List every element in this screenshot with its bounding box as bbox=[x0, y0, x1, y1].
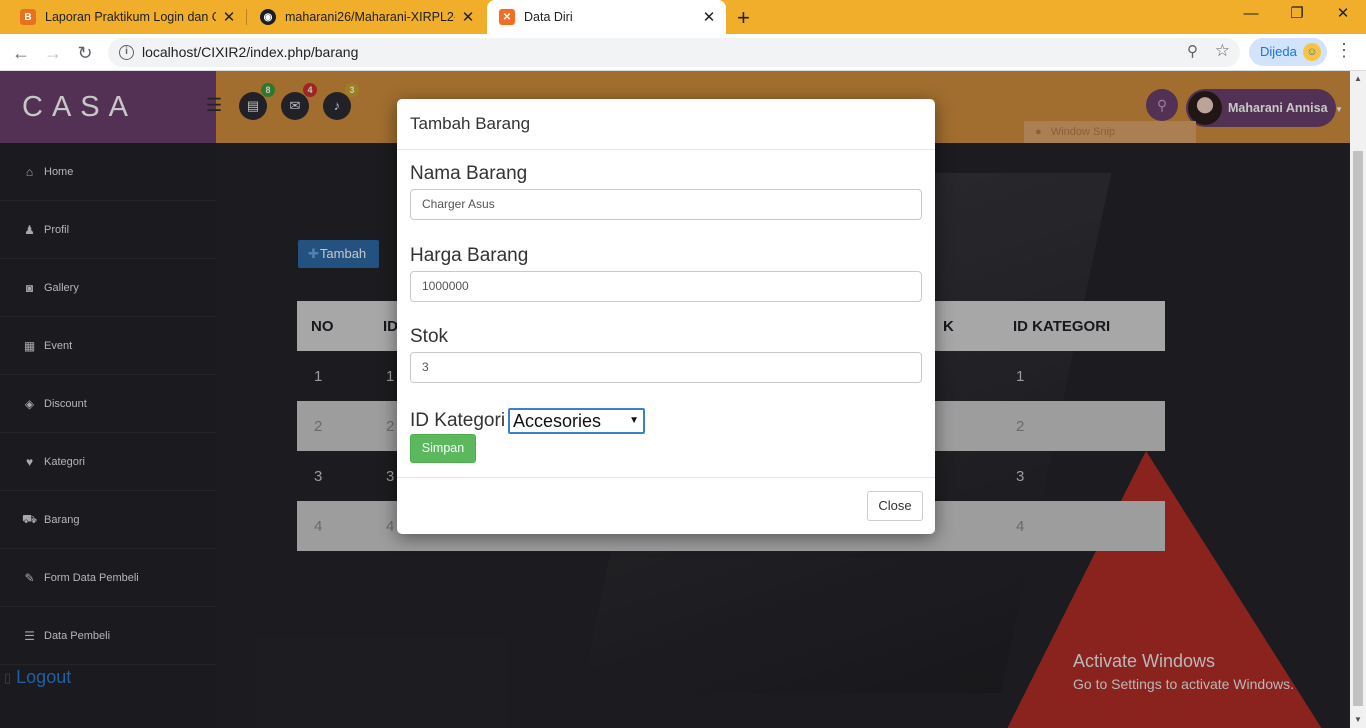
chevron-down-icon: ▼ bbox=[629, 415, 639, 426]
xampp-icon: ✕ bbox=[499, 9, 515, 25]
browser-menu-icon[interactable]: ⋮ bbox=[1335, 40, 1353, 61]
minimize-button[interactable]: — bbox=[1228, 0, 1274, 30]
browser-tab-github[interactable]: ◉ maharani26/Maharani-XIRPL2-22 ✕ bbox=[248, 0, 485, 34]
scroll-up-icon[interactable]: ▲ bbox=[1354, 74, 1362, 83]
id-kategori-label: ID Kategori bbox=[410, 410, 506, 431]
stok-label: Stok bbox=[410, 326, 449, 347]
scroll-down-icon[interactable]: ▼ bbox=[1354, 715, 1362, 724]
window-close-button[interactable]: ✕ bbox=[1320, 0, 1366, 30]
id-kategori-selected: Accesories bbox=[513, 411, 602, 431]
tambah-barang-modal: Tambah Barang Nama Barang Charger Asus H… bbox=[397, 99, 935, 534]
info-icon[interactable]: i bbox=[119, 45, 134, 60]
id-kategori-select[interactable]: Accesories ▼ bbox=[508, 408, 645, 434]
simpan-button[interactable]: Simpan bbox=[410, 434, 476, 463]
browser-tab-laporan[interactable]: B Laporan Praktikum Login dan CR ✕ bbox=[8, 0, 246, 34]
harga-barang-label: Harga Barang bbox=[410, 245, 529, 266]
url-text[interactable]: localhost/CIXIR2/index.php/barang bbox=[142, 44, 358, 60]
back-icon[interactable]: ← bbox=[8, 40, 34, 66]
watermark-title: Activate Windows bbox=[1073, 651, 1216, 671]
tab-title: maharani26/Maharani-XIRPL2-22 bbox=[285, 10, 455, 24]
browser-tab-data-diri[interactable]: ✕ Data Diri ✕ bbox=[487, 0, 726, 34]
stok-input[interactable]: 3 bbox=[410, 352, 922, 383]
restore-button[interactable]: ❐ bbox=[1274, 0, 1320, 30]
bookmark-star-icon[interactable]: ☆ bbox=[1215, 41, 1230, 61]
profile-emoji-icon: ☺ bbox=[1303, 43, 1321, 61]
reload-icon[interactable]: ↻ bbox=[72, 40, 98, 66]
new-tab-button[interactable]: + bbox=[737, 5, 750, 31]
paused-label: Dijeda bbox=[1260, 44, 1297, 59]
harga-barang-input[interactable]: 1000000 bbox=[410, 271, 922, 302]
close-icon[interactable]: ✕ bbox=[461, 8, 475, 26]
profile-paused-button[interactable]: Dijeda ☺ bbox=[1249, 38, 1327, 66]
scrollbar-thumb[interactable] bbox=[1353, 151, 1363, 706]
blogger-icon: B bbox=[20, 9, 36, 25]
page-scrollbar[interactable]: ▲ ▼ bbox=[1350, 71, 1366, 728]
tab-title: Laporan Praktikum Login dan CR bbox=[45, 10, 216, 24]
tab-separator bbox=[246, 9, 247, 25]
watermark-subtitle: Go to Settings to activate Windows. bbox=[1073, 676, 1294, 692]
modal-footer: Close bbox=[397, 477, 935, 534]
close-icon[interactable]: ✕ bbox=[222, 8, 236, 26]
browser-tab-bar: B Laporan Praktikum Login dan CR ✕ ◉ mah… bbox=[0, 0, 1366, 34]
github-icon: ◉ bbox=[260, 9, 276, 25]
activate-windows-watermark: Activate Windows Go to Settings to activ… bbox=[1073, 651, 1294, 692]
close-button[interactable]: Close bbox=[867, 491, 923, 521]
tab-title: Data Diri bbox=[524, 10, 573, 24]
address-bar[interactable]: i localhost/CIXIR2/index.php/barang ⚲ ☆ bbox=[108, 38, 1240, 67]
nama-barang-label: Nama Barang bbox=[410, 163, 528, 184]
modal-title: Tambah Barang bbox=[397, 99, 935, 150]
nama-barang-input[interactable]: Charger Asus bbox=[410, 189, 922, 220]
forward-icon[interactable]: → bbox=[40, 40, 66, 66]
close-icon[interactable]: ✕ bbox=[702, 8, 716, 26]
browser-toolbar: ← → ↻ i localhost/CIXIR2/index.php/baran… bbox=[0, 34, 1366, 71]
zoom-icon[interactable]: ⚲ bbox=[1187, 42, 1198, 60]
